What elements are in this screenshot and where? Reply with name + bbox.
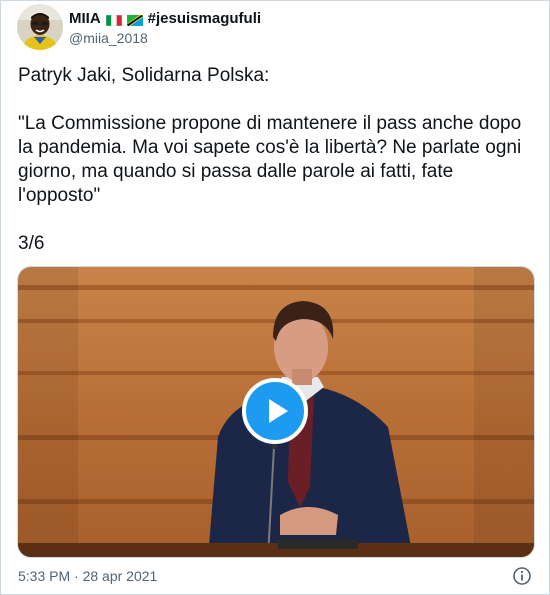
tweet-timestamp[interactable]: 5:33 PM · 28 apr 2021: [18, 568, 157, 584]
tanzania-flag-icon: [126, 13, 143, 26]
name-row: MIIA #jesuismagufuli: [69, 8, 533, 28]
tweet-text: Patryk Jaki, Solidarna Polska: "La Commi…: [18, 65, 522, 254]
tweet-header: MIIA #jesuismagufuli @miia_2018: [69, 8, 533, 47]
play-icon: [269, 399, 288, 423]
italy-flag-icon: [105, 13, 122, 26]
display-name[interactable]: MIIA: [69, 10, 101, 27]
avatar[interactable]: [17, 4, 63, 50]
hashtag-link[interactable]: #jesuismagufuli: [148, 10, 261, 27]
info-icon[interactable]: [512, 566, 532, 586]
tweet-card: MIIA #jesuismagufuli @miia_2018 Patryk J…: [0, 0, 550, 595]
user-handle[interactable]: @miia_2018: [69, 30, 533, 46]
play-button[interactable]: [242, 378, 308, 444]
